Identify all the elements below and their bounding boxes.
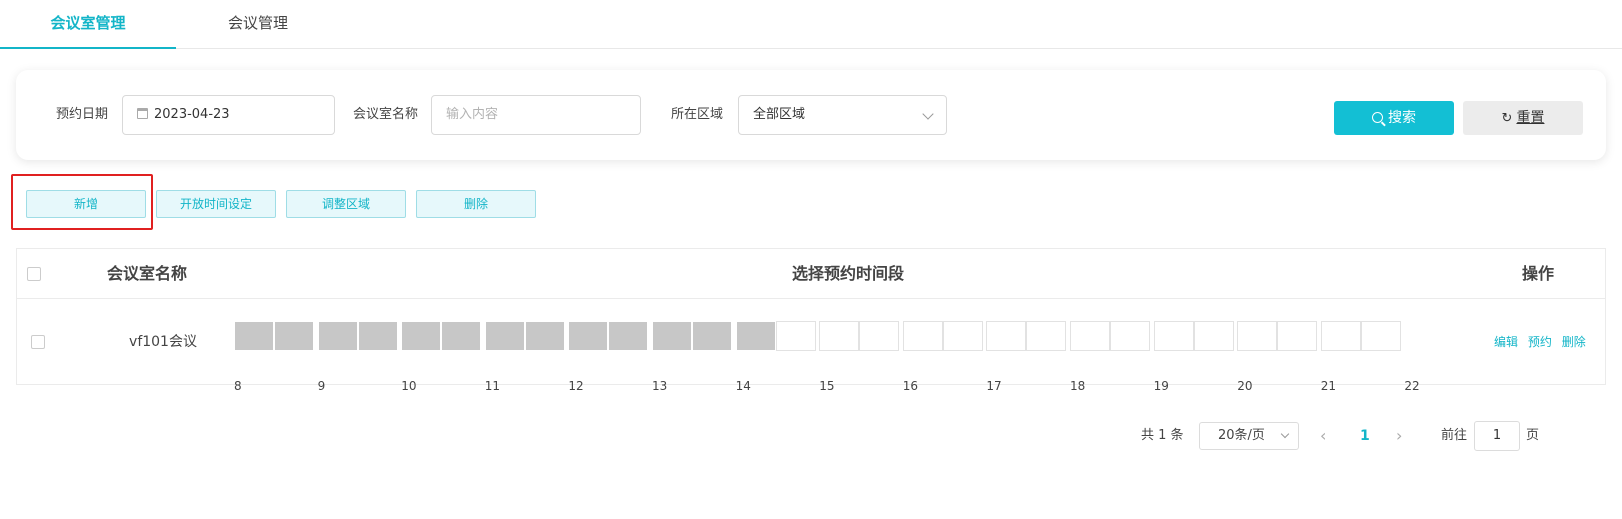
adjust-area-button[interactable]: 调整区域: [286, 190, 406, 218]
hour-label: 20: [1237, 379, 1253, 393]
highlight-box: [11, 174, 153, 230]
filter-panel: 预约日期 2023-04-23 会议室名称 输入内容 所在区域 全部区域 搜索 …: [16, 70, 1606, 160]
tab-meeting-management[interactable]: 会议管理: [176, 0, 340, 49]
hour-label: 11: [484, 379, 501, 393]
table-row: vf101会议 8 9 10 11 12 13 14 15 16 17 18 19 20 21 22 编辑 …: [17, 299, 1605, 393]
hour-label: 10: [401, 379, 417, 393]
goto-label: 前往: [1441, 428, 1468, 443]
page-size-value: 20条/页: [1218, 428, 1265, 443]
timeslot-cell[interactable]: [234, 321, 274, 351]
page-number-1[interactable]: 1: [1360, 422, 1370, 450]
room-name-placeholder: 输入内容: [446, 107, 499, 122]
delete-link[interactable]: 删除: [1562, 335, 1586, 349]
date-value: 2023-04-23: [154, 107, 230, 122]
edit-link[interactable]: 编辑: [1494, 335, 1518, 349]
timeslot-cell[interactable]: [524, 321, 565, 351]
date-label: 预约日期: [56, 107, 109, 122]
date-picker[interactable]: 2023-04-23: [122, 95, 335, 135]
search-button-label: 搜索: [1388, 110, 1416, 126]
timeslot-cell[interactable]: [1360, 321, 1401, 351]
area-select[interactable]: 全部区域: [738, 95, 947, 135]
header-timeslot: 选择预约时间段: [792, 264, 905, 283]
search-button[interactable]: 搜索: [1334, 101, 1454, 135]
area-value: 全部区域: [753, 107, 806, 122]
calendar-icon: [137, 108, 148, 119]
timeslot-cell[interactable]: [819, 321, 860, 351]
pagination-total: 共 1 条: [1141, 428, 1184, 443]
hour-label: 22: [1404, 379, 1420, 393]
timeslot-cell[interactable]: [357, 321, 398, 351]
chevron-down-icon: [922, 108, 934, 120]
timeslot-cell[interactable]: [1026, 321, 1067, 351]
next-page-button[interactable]: ›: [1396, 422, 1402, 450]
timeslot-grid: 8 9 10 11 12 13 14 15 16 17 18 19 20 21 22: [234, 321, 1454, 393]
tab-room-management[interactable]: 会议室管理: [0, 0, 176, 49]
row-checkbox[interactable]: [31, 335, 45, 349]
chevron-down-icon: [1280, 429, 1290, 439]
hour-label: 15: [819, 379, 835, 393]
timeslot-cell[interactable]: [1070, 321, 1110, 351]
timeslot-cell[interactable]: [608, 321, 649, 351]
table-header: 会议室名称 选择预约时间段 操作: [17, 249, 1605, 299]
search-icon: [1372, 112, 1383, 123]
header-operations: 操作: [1522, 264, 1555, 283]
hour-label: 8: [234, 379, 242, 393]
open-time-button[interactable]: 开放时间设定: [156, 190, 276, 218]
hour-label: 12: [568, 379, 584, 393]
row-operations: 编辑 预约 删除: [1494, 299, 1592, 385]
goto-unit: 页: [1526, 428, 1540, 443]
refresh-icon: ↻: [1501, 111, 1513, 126]
timeslot-cell[interactable]: [1277, 321, 1318, 351]
room-name-label: 会议室名称: [353, 107, 419, 122]
room-table: 会议室名称 选择预约时间段 操作 vf101会议 8 9 10 11 12 13 14 15 1…: [16, 248, 1606, 393]
hour-label: 17: [986, 379, 1002, 393]
timeslot-cell[interactable]: [942, 321, 983, 351]
timeslot-cell[interactable]: [735, 321, 776, 351]
timeslot-cell[interactable]: [401, 321, 442, 351]
timeslot-cell[interactable]: [902, 321, 943, 351]
timeslot-cell[interactable]: [317, 321, 358, 351]
timeslot-cell[interactable]: [986, 321, 1027, 351]
hour-label: 9: [317, 379, 326, 393]
page-size-select[interactable]: 20条/页: [1199, 422, 1299, 450]
tab-bar: 会议室管理 会议管理: [0, 0, 1622, 49]
timeslot-cell[interactable]: [1193, 321, 1234, 351]
select-all-checkbox[interactable]: [27, 267, 41, 281]
goto-page-input[interactable]: 1: [1474, 421, 1520, 451]
hour-label: 19: [1153, 379, 1169, 393]
delete-button[interactable]: 删除: [416, 190, 536, 218]
timeslot-cell[interactable]: [1237, 321, 1278, 351]
timeslot-cell[interactable]: [484, 321, 525, 351]
prev-page-button[interactable]: ‹: [1320, 422, 1326, 450]
book-link[interactable]: 预约: [1528, 335, 1552, 349]
timeslot-cell[interactable]: [568, 321, 609, 351]
hour-label: 21: [1320, 379, 1337, 393]
hour-label: 16: [902, 379, 919, 393]
timeslot-cell[interactable]: [1320, 321, 1361, 351]
timeslot-cell[interactable]: [775, 321, 816, 351]
reset-button-label: 重置: [1516, 110, 1545, 126]
timeslot-cell[interactable]: [859, 321, 900, 351]
hour-label: 18: [1070, 379, 1086, 393]
timeslot-cell[interactable]: [652, 321, 692, 351]
timeslot-cell[interactable]: [1153, 321, 1194, 351]
header-room-name: 会议室名称: [107, 264, 188, 283]
timeslot-cell[interactable]: [1110, 321, 1150, 351]
area-label: 所在区域: [671, 107, 724, 122]
reset-button[interactable]: ↻ 重置: [1463, 101, 1583, 135]
hour-label: 13: [652, 379, 668, 393]
timeslot-cell[interactable]: [692, 321, 732, 351]
timeslot-cell[interactable]: [274, 321, 314, 351]
hour-label: 14: [735, 379, 751, 393]
timeslot-cell[interactable]: [441, 321, 482, 351]
room-name-cell: vf101会议: [129, 334, 197, 350]
room-name-input[interactable]: 输入内容: [431, 95, 641, 135]
